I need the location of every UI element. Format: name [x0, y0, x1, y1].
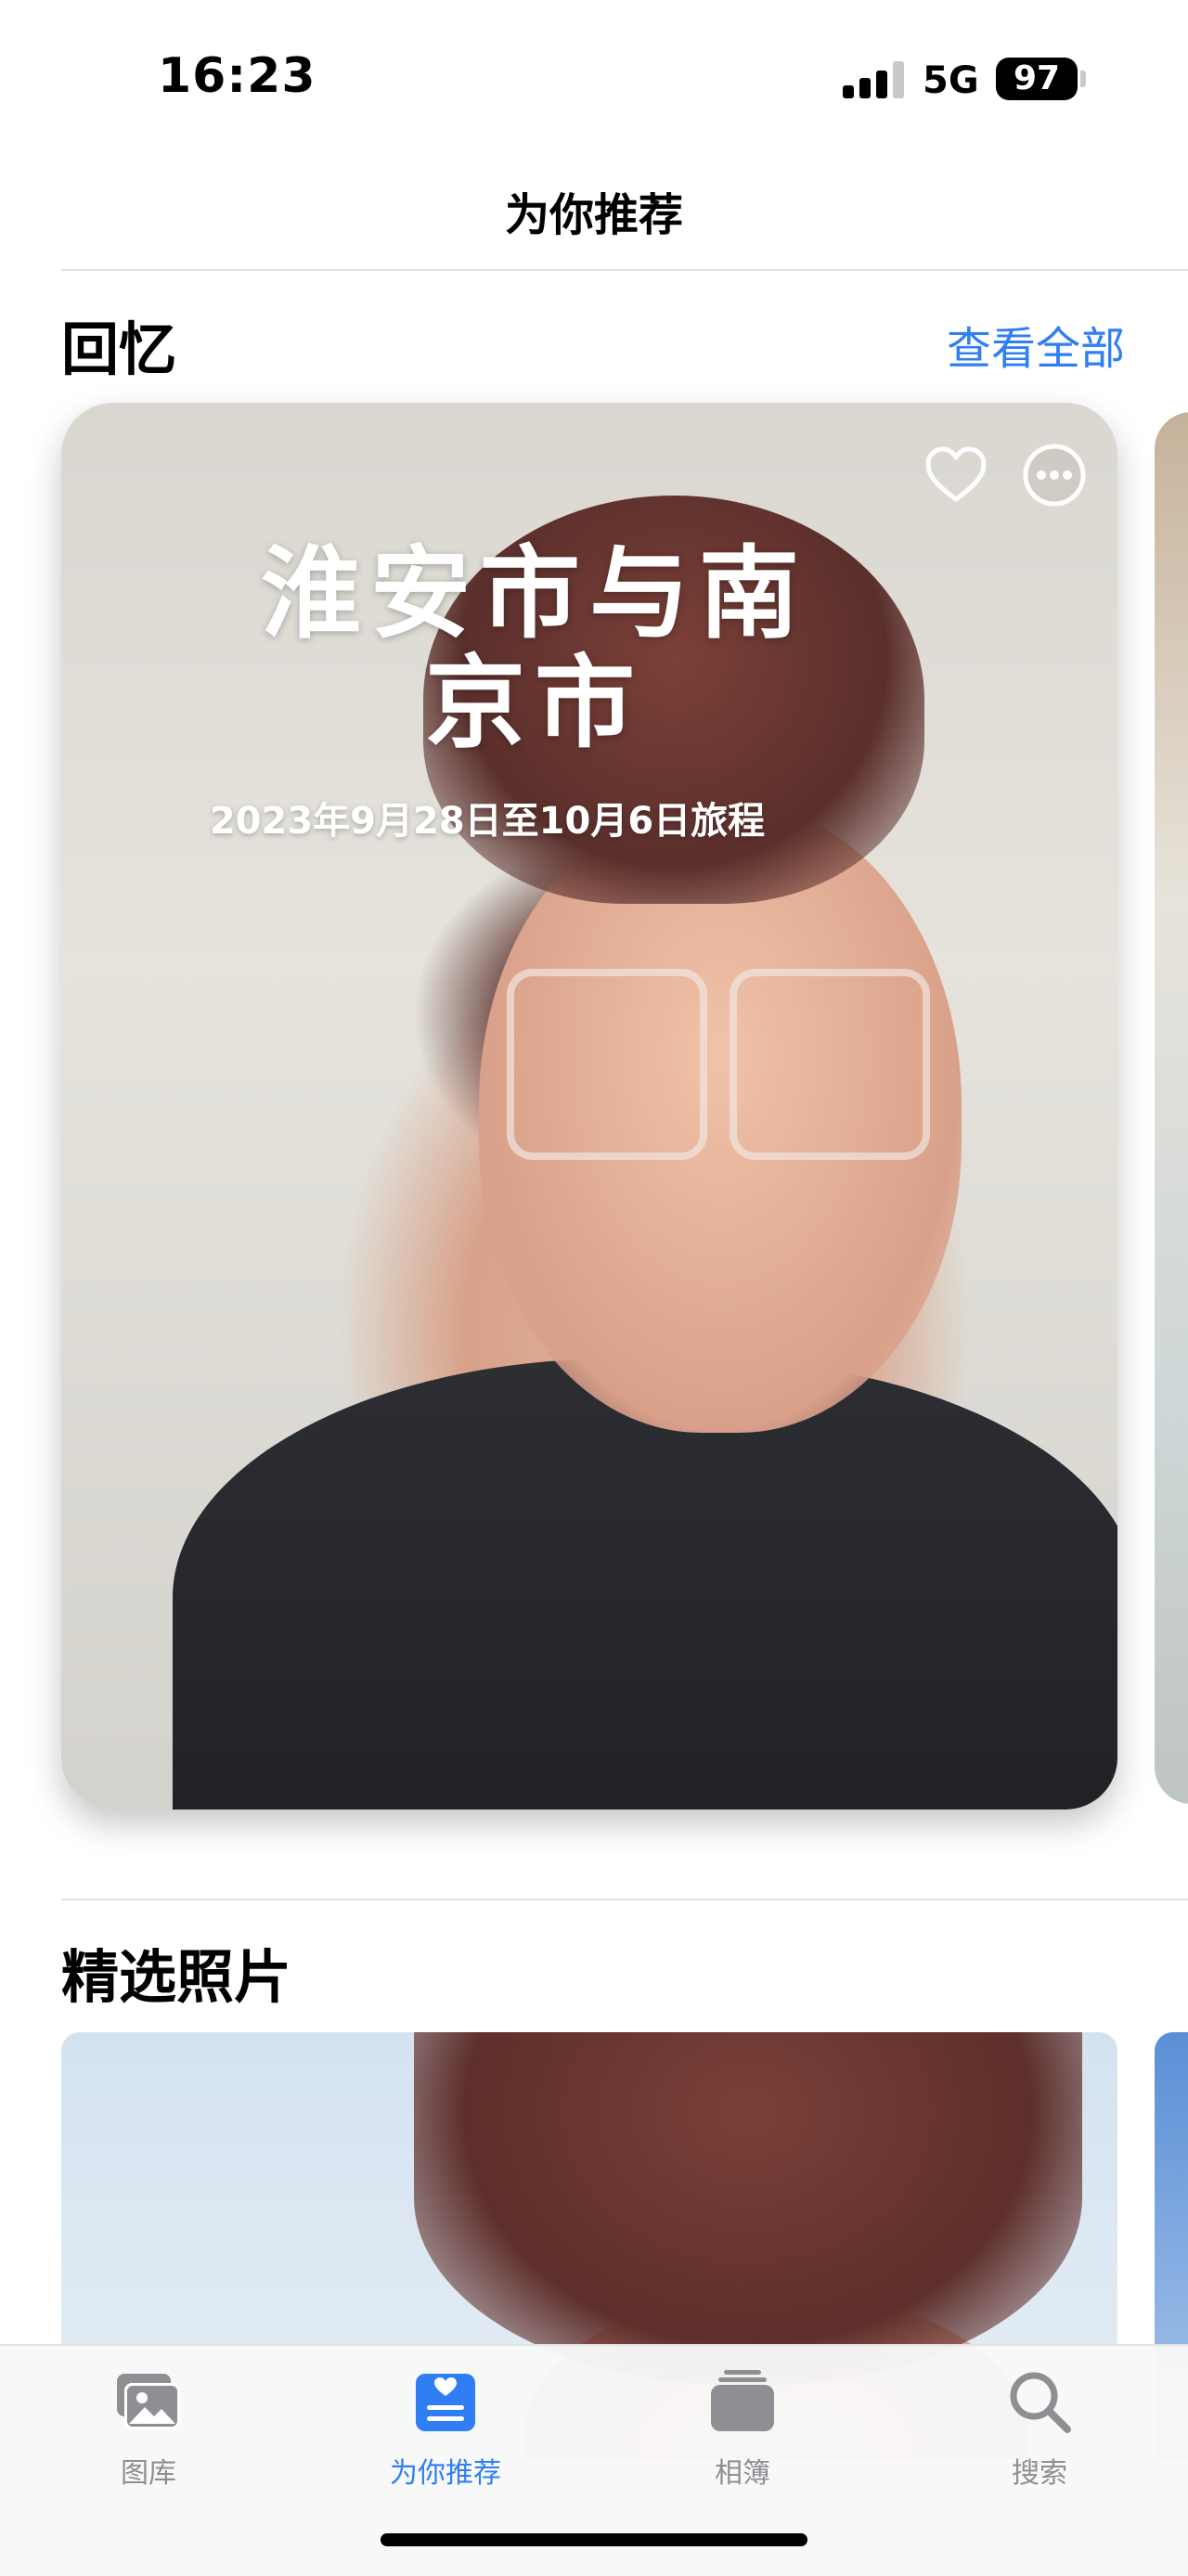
albums-icon — [711, 2370, 774, 2431]
tab-for-you[interactable]: 为你推荐 — [353, 2364, 538, 2504]
tab-albums[interactable]: 相簿 — [650, 2364, 835, 2504]
tab-label: 为你推荐 — [390, 2457, 501, 2490]
network-type: 5G — [923, 59, 979, 102]
memory-card[interactable]: 淮安市与南京市 2023年9月28日至10月6日旅程 — [61, 403, 1117, 1810]
battery-icon: 97 — [996, 58, 1078, 100]
heart-icon[interactable] — [923, 442, 989, 509]
status-time: 16:23 — [158, 48, 316, 104]
header-divider — [61, 269, 1188, 271]
see-all-link[interactable]: 查看全部 — [947, 312, 1125, 377]
cellular-signal-icon — [843, 61, 904, 98]
search-icon — [1010, 2372, 1071, 2433]
battery-tip — [1080, 71, 1086, 87]
home-indicator — [381, 2533, 807, 2546]
tab-label: 搜索 — [1012, 2457, 1067, 2490]
page-title: 为你推荐 — [504, 189, 683, 241]
photo-hair — [414, 2032, 1082, 2385]
memory-title: 淮安市与南京市 — [260, 536, 808, 762]
tab-label: 相簿 — [715, 2457, 770, 2490]
tab-search[interactable]: 搜索 — [947, 2364, 1132, 2504]
memory-subtitle: 2023年9月28日至10月6日旅程 — [209, 800, 766, 843]
photo-glasses-right — [730, 969, 930, 1160]
for-you-icon — [416, 2374, 475, 2431]
next-memory-card-peek[interactable] — [1155, 412, 1188, 1804]
tab-label: 图库 — [121, 2457, 176, 2490]
memories-section-title: 回忆 — [61, 316, 177, 383]
battery-level: 97 — [1013, 59, 1061, 97]
photo-library-icon — [117, 2374, 180, 2429]
more-options-icon[interactable] — [1021, 442, 1088, 509]
featured-section-title: 精选照片 — [61, 1943, 292, 2011]
photo-shirt — [173, 1359, 1117, 1810]
photo-glasses-left — [507, 969, 707, 1160]
tab-library[interactable]: 图库 — [56, 2364, 241, 2504]
section-divider — [61, 1899, 1188, 1900]
